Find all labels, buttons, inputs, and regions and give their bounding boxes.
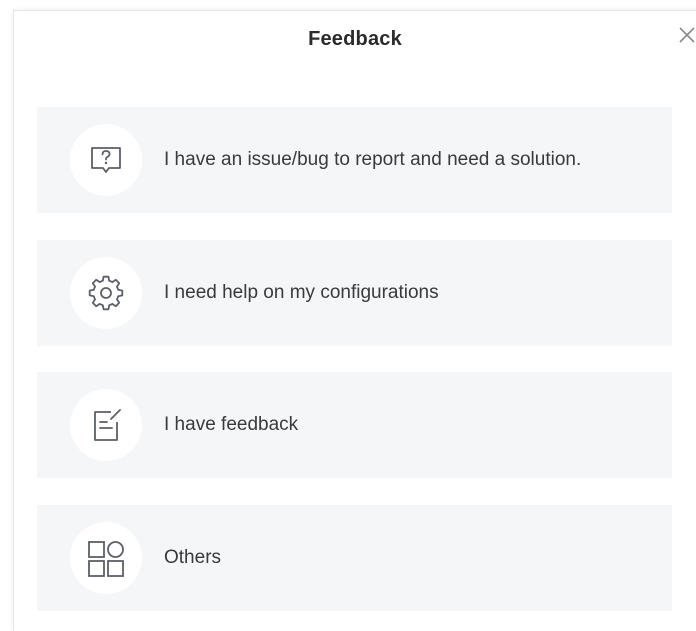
dialog-title: Feedback — [308, 28, 402, 50]
icon-circle — [70, 522, 142, 594]
icon-circle — [70, 257, 142, 329]
question-icon — [91, 147, 121, 173]
close-icon[interactable] — [677, 25, 696, 45]
icon-circle — [70, 389, 142, 461]
option-label: I need help on my configurations — [164, 282, 439, 303]
icon-circle — [70, 124, 142, 196]
option-label: Others — [164, 547, 222, 568]
grid-icon — [88, 541, 124, 577]
option-label: I have an issue/bug to report and need a… — [164, 149, 582, 170]
gear-icon — [88, 275, 124, 311]
option-others[interactable]: Others — [37, 505, 672, 611]
option-configuration-help[interactable]: I need help on my configurations — [37, 240, 672, 346]
option-report-issue[interactable]: I have an issue/bug to report and need a… — [37, 107, 672, 213]
option-feedback[interactable]: I have feedback — [37, 372, 672, 478]
option-label: I have feedback — [164, 414, 299, 435]
edit-note-icon — [94, 409, 121, 441]
feedback-dialog: Feedback I have an issue/bug to report a… — [13, 10, 696, 631]
